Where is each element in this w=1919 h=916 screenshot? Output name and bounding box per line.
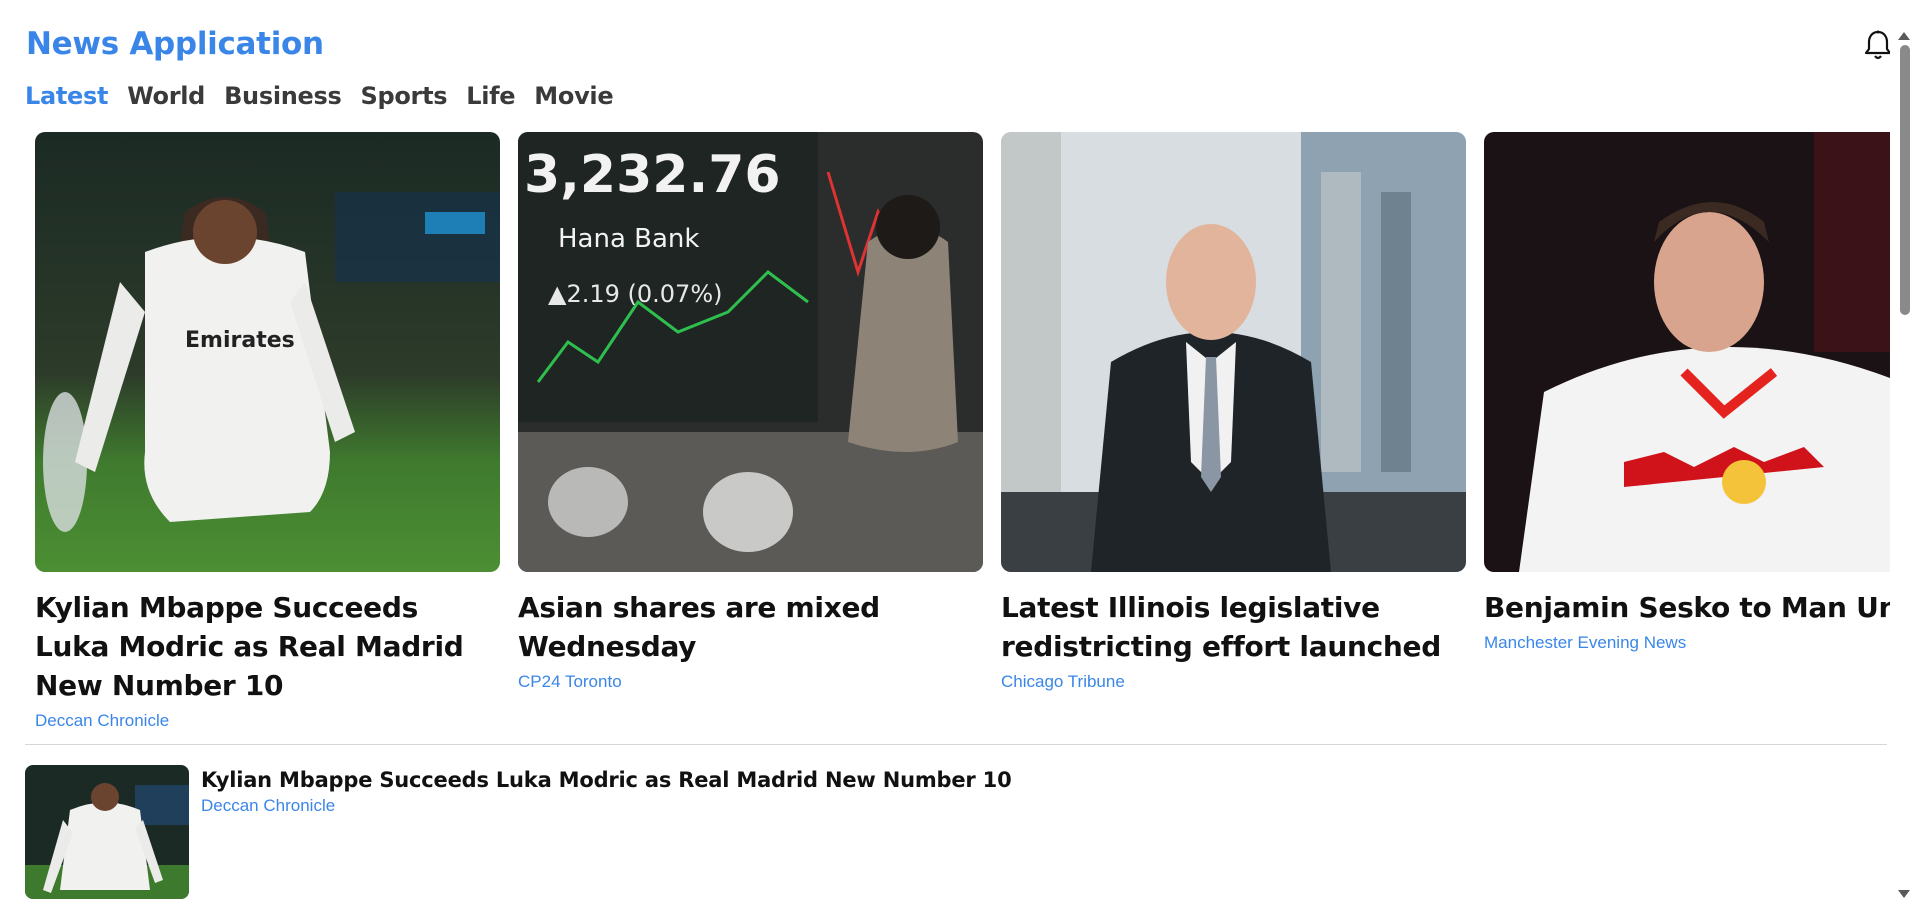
- image-change-text: ▲2.19 (0.07%): [548, 280, 723, 308]
- article-title: Latest Illinois legislative redistrictin…: [1001, 591, 1441, 663]
- scroll-up-icon[interactable]: [1898, 32, 1910, 40]
- svg-text:Emirates: Emirates: [185, 328, 295, 353]
- featured-card[interactable]: Latest Illinois legislative redistrictin…: [1001, 132, 1466, 731]
- list-item-title: Kylian Mbappe Succeeds Luka Modric as Re…: [201, 768, 1012, 792]
- scroll-down-icon[interactable]: [1898, 890, 1910, 898]
- tab-latest[interactable]: Latest: [25, 82, 109, 110]
- article-source[interactable]: Manchester Evening News: [1484, 633, 1890, 653]
- category-tabs: Latest World Business Sports Life Movie: [25, 82, 614, 110]
- image-index-text: 3,232.76: [524, 145, 781, 205]
- featured-card[interactable]: 3,232.76 Hana Bank ▲2.19 (0.07%) Asian s…: [518, 132, 983, 731]
- tab-world[interactable]: World: [127, 82, 205, 110]
- article-image: Emirates: [35, 132, 500, 572]
- tab-business[interactable]: Business: [224, 82, 342, 110]
- article-title: Asian shares are mixed Wednesday: [518, 591, 880, 663]
- article-source[interactable]: Deccan Chronicle: [35, 711, 500, 731]
- featured-carousel: Emirates Kylian Mbappe Succeeds Luka Mod…: [35, 132, 1890, 731]
- article-image: 3,232.76 Hana Bank ▲2.19 (0.07%): [518, 132, 983, 572]
- divider: [25, 744, 1887, 745]
- list-item-text: Kylian Mbappe Succeeds Luka Modric as Re…: [201, 765, 1012, 899]
- article-source[interactable]: Chicago Tribune: [1001, 672, 1466, 692]
- tab-movie[interactable]: Movie: [534, 82, 613, 110]
- article-thumbnail: [25, 765, 189, 899]
- tab-sports[interactable]: Sports: [361, 82, 448, 110]
- news-app: News Application Latest World Business S…: [0, 0, 1890, 916]
- list-item[interactable]: Kylian Mbappe Succeeds Luka Modric as Re…: [25, 765, 1012, 899]
- vertical-scrollbar[interactable]: [1890, 0, 1919, 916]
- featured-card[interactable]: Emirates Kylian Mbappe Succeeds Luka Mod…: [35, 132, 500, 731]
- article-image: [1484, 132, 1890, 572]
- article-source[interactable]: CP24 Toronto: [518, 672, 983, 692]
- article-title: Benjamin Sesko to Man United transfer la…: [1484, 591, 1890, 624]
- featured-card[interactable]: Benjamin Sesko to Man United transfer la…: [1484, 132, 1890, 731]
- app-title: News Application: [26, 26, 324, 62]
- tab-life[interactable]: Life: [466, 82, 515, 110]
- scrollbar-thumb[interactable]: [1900, 45, 1910, 315]
- list-item-source[interactable]: Deccan Chronicle: [201, 796, 1012, 816]
- article-image: [1001, 132, 1466, 572]
- image-bank-text: Hana Bank: [558, 224, 699, 254]
- article-title: Kylian Mbappe Succeeds Luka Modric as Re…: [35, 591, 464, 702]
